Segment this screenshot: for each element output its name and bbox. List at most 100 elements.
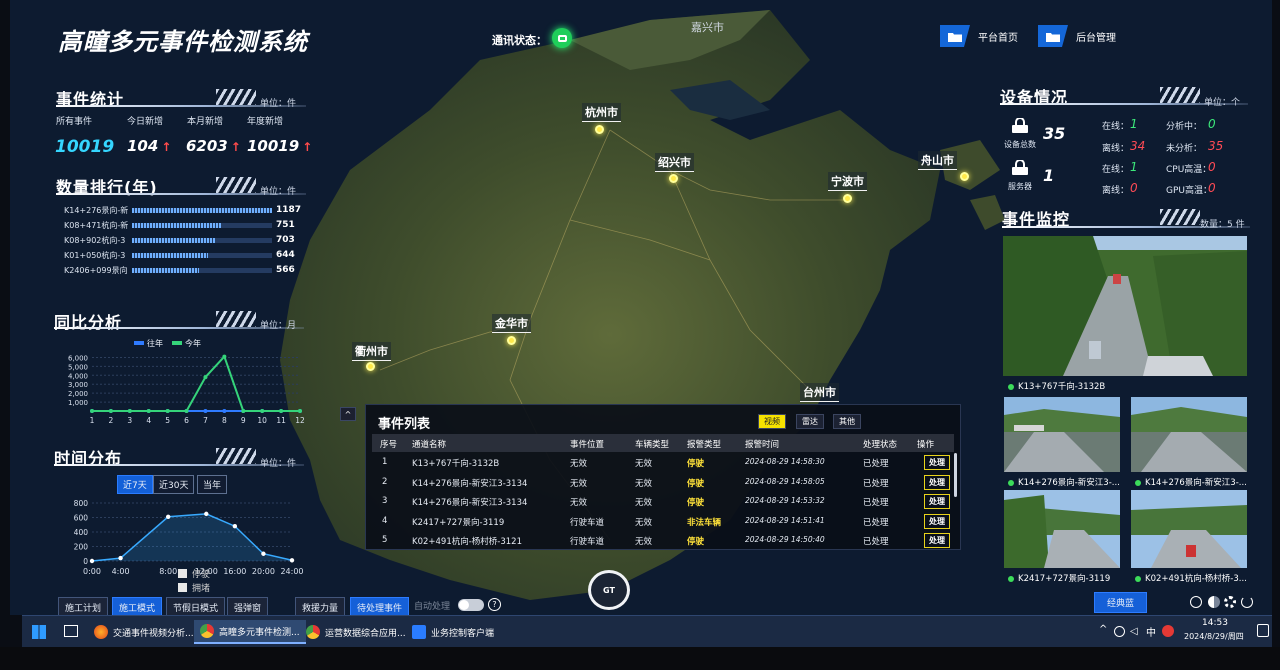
city-marker[interactable]	[843, 194, 852, 203]
city-label[interactable]: 舟山市	[918, 151, 957, 170]
nav-admin-button[interactable]: 后台管理	[1038, 25, 1116, 47]
camera-feed[interactable]	[1131, 490, 1247, 568]
yoy-unit: 单位：月	[260, 321, 297, 331]
filter-other[interactable]: 其他	[833, 414, 861, 429]
event-cell: 已处理	[863, 537, 889, 547]
city-marker[interactable]	[366, 362, 375, 371]
event-list-scrollbar[interactable]	[954, 453, 957, 497]
city-label[interactable]: 金华市	[492, 314, 531, 333]
x-tick-label: 2	[109, 416, 114, 425]
city-marker[interactable]	[960, 172, 969, 181]
legend-swatch	[134, 341, 144, 345]
process-button[interactable]: 处理	[924, 455, 950, 470]
event-cell: K2417+727景向-3119	[412, 517, 505, 528]
notification-icon[interactable]	[1257, 624, 1269, 637]
arrow-up-icon: ↑	[230, 140, 241, 154]
process-button[interactable]: 处理	[924, 494, 950, 509]
ranking-row-label: K2406+099景向	[64, 266, 128, 275]
event-row[interactable]: 5 K02+491杭向-杨村桥-3121 行驶车道 无效 停驶 2024-08-29 14…	[372, 531, 954, 550]
camera-feed[interactable]	[1004, 490, 1120, 568]
network-icon[interactable]	[1114, 626, 1125, 637]
city-marker[interactable]	[595, 125, 604, 134]
chrome-icon	[200, 624, 214, 638]
theme-icon[interactable]	[1208, 596, 1220, 608]
power-icon[interactable]	[1241, 596, 1253, 608]
event-row[interactable]: 2 K14+276景向-新安江3-3134 无效 无效 停驶 2024-08-29 14:…	[372, 473, 954, 492]
city-label[interactable]: 台州市	[800, 383, 839, 402]
city-label[interactable]: 杭州市	[582, 103, 621, 122]
globe-icon[interactable]	[1190, 596, 1202, 608]
city-label[interactable]: 宁波市	[828, 172, 867, 191]
event-list-toggle-icon[interactable]: ^	[340, 407, 356, 421]
tray-chevron-icon[interactable]: ^	[1099, 624, 1107, 635]
stat-label: 所有事件	[56, 117, 93, 127]
event-cell: 停驶	[687, 478, 705, 489]
filter-radar[interactable]: 雷达	[796, 414, 824, 429]
task-view-icon[interactable]	[64, 625, 78, 637]
force-popup-button[interactable]: 强弹窗	[227, 597, 269, 615]
theme-classic-blue-button[interactable]: 经典蓝	[1094, 592, 1148, 613]
city-label[interactable]: 嘉兴市	[688, 18, 727, 36]
event-row[interactable]: 4 K2417+727景向-3119 行驶车道 无效 非法车辆 2024-08-29 14…	[372, 512, 954, 531]
camera-feed[interactable]	[1004, 397, 1120, 472]
event-cell: 无效	[570, 498, 588, 508]
stat-value-today: 104 ↑	[127, 137, 171, 155]
taskbar-app-chrome-2[interactable]: 运营数据综合应用...	[300, 620, 412, 644]
comm-status-icon	[552, 28, 572, 48]
input-method-icon[interactable]	[1162, 625, 1174, 637]
clock-date[interactable]: 2024/8/29/周四	[1184, 631, 1244, 642]
process-button[interactable]: 处理	[924, 474, 950, 490]
ime-indicator[interactable]: 中	[1146, 624, 1156, 639]
tab-30days[interactable]: 近30天	[153, 475, 195, 494]
checkbox-icon	[178, 569, 187, 578]
process-button[interactable]: 处理	[924, 513, 950, 529]
construction-mode-button[interactable]: 施工模式	[112, 597, 163, 615]
rescue-force-button[interactable]: 救援力量	[295, 597, 346, 615]
event-row[interactable]: 1 K13+767千向-3132B 无效 无效 停驶 2024-08-29 14:58:3…	[372, 453, 954, 472]
tab-year[interactable]: 当年	[197, 475, 228, 494]
srv-gpu-label: GPU高温：	[1166, 186, 1212, 196]
city-label[interactable]: 衢州市	[352, 342, 391, 361]
check-label: 停驶	[192, 570, 211, 580]
filter-video[interactable]: 视频	[758, 414, 786, 429]
tab-7days[interactable]: 近7天	[117, 475, 153, 494]
taskbar-app-firefox[interactable]: 交通事件视频分析...	[88, 620, 200, 644]
legend-check-stop[interactable]: 停驶	[178, 567, 210, 580]
nav-home-label: 平台首页	[978, 32, 1018, 44]
ranking-bar	[132, 238, 215, 243]
event-row[interactable]: 3 K14+276景向-新安江3-3134 无效 无效 停驶 2024-08-29 14:…	[372, 492, 954, 511]
pending-events-button[interactable]: 待处理事件	[350, 597, 410, 615]
legend-label: 往年	[147, 338, 163, 348]
auto-process-toggle[interactable]	[458, 599, 484, 611]
city-marker[interactable]	[669, 174, 678, 183]
cam-analyzing-value: 0	[1208, 117, 1216, 131]
taskbar-app-client[interactable]: 业务控制客户端	[406, 620, 500, 644]
data-point	[279, 409, 284, 413]
folder-icon	[940, 25, 970, 47]
data-point	[260, 409, 265, 413]
windows-start-icon[interactable]	[32, 625, 46, 639]
help-icon[interactable]: ?	[488, 598, 501, 611]
title-decoration	[216, 89, 256, 105]
camera-feed-main[interactable]	[1003, 236, 1247, 376]
taskbar-app-chrome[interactable]: 高瞳多元事件检测...	[194, 620, 306, 644]
legend-swatch	[172, 341, 182, 345]
event-cell: 2024-08-29 14:58:30	[745, 457, 825, 466]
nav-home-button[interactable]: 平台首页	[940, 25, 1018, 47]
construction-plan-button[interactable]: 施工计划	[58, 597, 109, 615]
camera-feed[interactable]	[1131, 397, 1247, 472]
city-label[interactable]: 绍兴市	[655, 153, 694, 172]
ranking-bar-track	[132, 253, 272, 258]
volume-icon[interactable]: ◁	[1130, 626, 1138, 637]
city-marker[interactable]	[507, 336, 516, 345]
x-tick-label: 9	[241, 416, 246, 425]
event-cell: K14+276景向-新安江3-3134	[412, 478, 528, 489]
cam-offline-label: 离线：	[1102, 144, 1130, 154]
holiday-mode-button[interactable]: 节假日模式	[166, 597, 226, 615]
event-list-title: 事件列表	[378, 417, 431, 432]
settings-icon[interactable]	[1224, 596, 1236, 608]
event-cell: 3	[382, 496, 388, 506]
clock-time[interactable]: 14:53	[1202, 618, 1228, 628]
legend-check-jam[interactable]: 拥堵	[178, 581, 210, 594]
process-button[interactable]: 处理	[924, 533, 950, 548]
